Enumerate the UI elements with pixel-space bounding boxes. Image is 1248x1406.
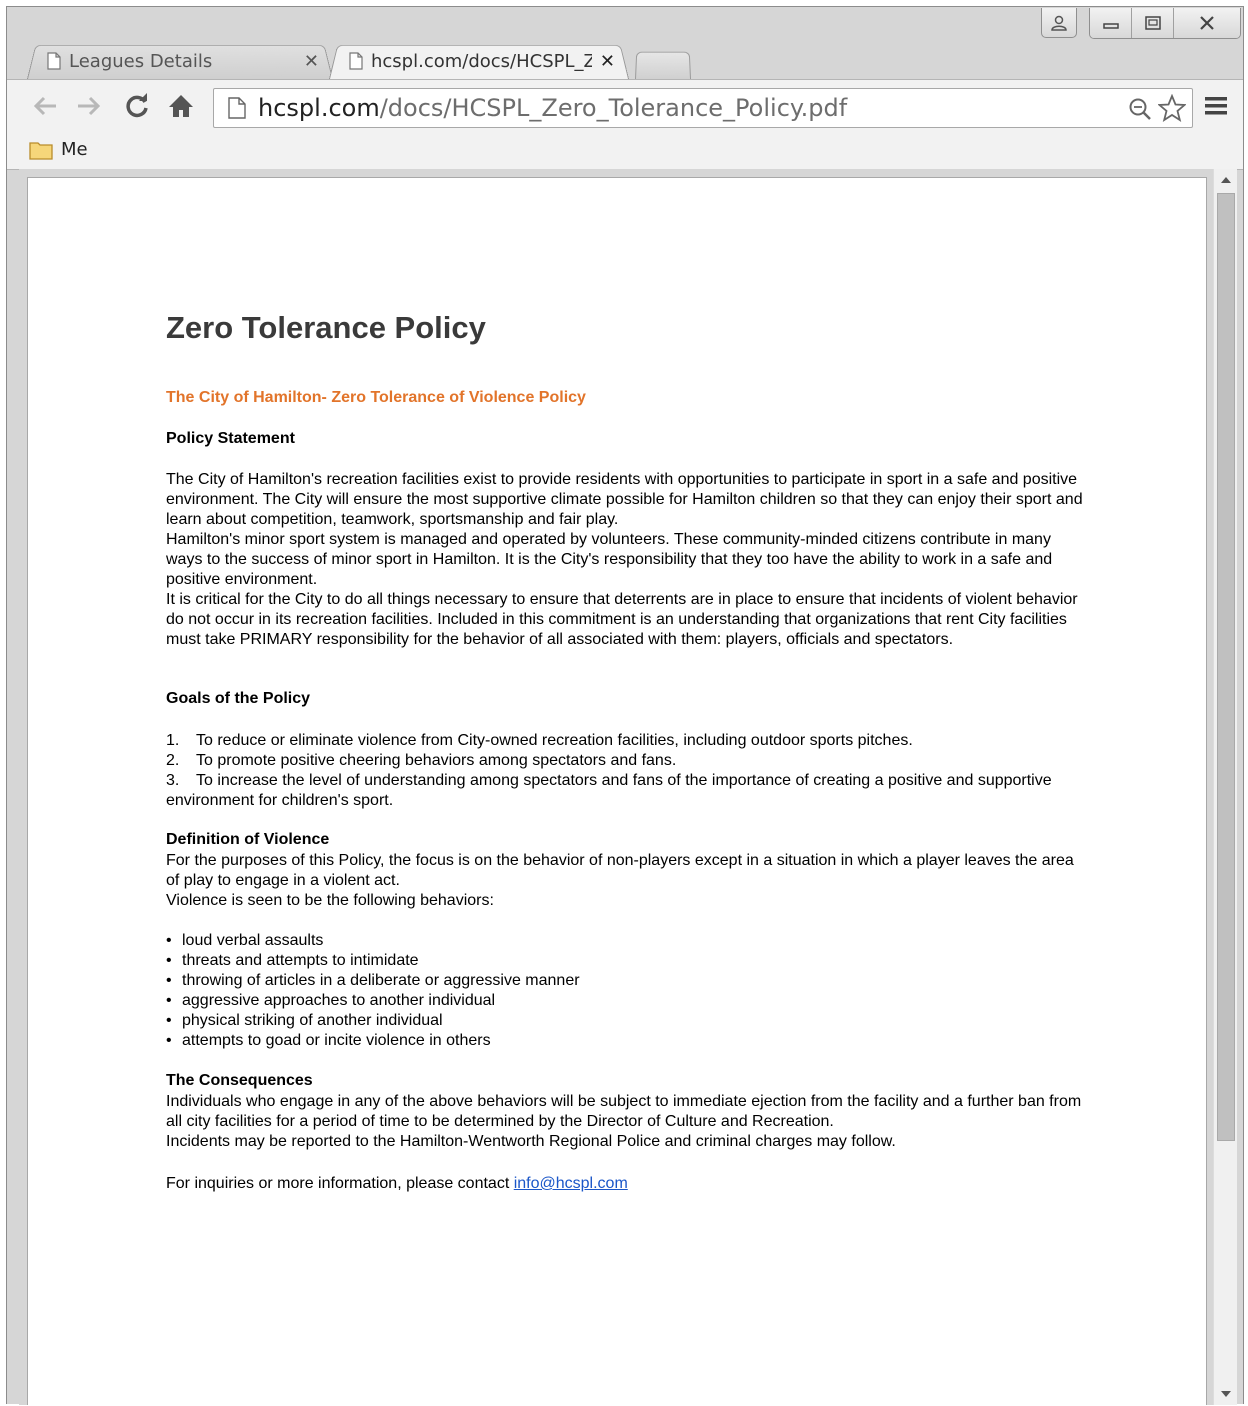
paragraph: The City of Hamilton's recreation facili…	[166, 471, 1083, 528]
close-window-button[interactable]	[1174, 8, 1240, 38]
forward-arrow-icon	[78, 96, 101, 116]
list-text: aggressive approaches to another individ…	[182, 992, 496, 1009]
scroll-up-arrow-icon	[1221, 177, 1231, 183]
bookmark-star-icon[interactable]	[1158, 94, 1186, 122]
close-icon	[1200, 16, 1214, 30]
back-button[interactable]	[29, 90, 61, 122]
list-item: • threats and attempts to intimidate	[166, 952, 419, 969]
minimize-button[interactable]	[1090, 8, 1132, 38]
pdf-page: Zero Tolerance Policy The City of Hamilt…	[27, 177, 1207, 1405]
contact-line: For inquiries or more information, pleas…	[166, 1174, 1086, 1194]
scroll-down-arrow-icon	[1221, 1391, 1231, 1397]
list-item: • physical striking of another individual	[166, 1012, 443, 1029]
list-item: • aggressive approaches to another indivi…	[166, 992, 496, 1009]
page-icon	[228, 97, 246, 119]
bookmark-folder-me[interactable]: Me	[29, 139, 88, 160]
home-button[interactable]	[165, 90, 197, 122]
list-number: 1.	[166, 732, 180, 749]
tab-close-icon[interactable]: ✕	[304, 51, 319, 72]
scrollbar-thumb[interactable]	[1217, 193, 1235, 1141]
tab-policy-pdf[interactable]: hcspl.com/docs/HCSPL_Ze ✕	[329, 41, 629, 79]
paragraph: For the purposes of this Policy, the foc…	[166, 852, 1074, 889]
list-text: threats and attempts to intimidate	[182, 952, 419, 969]
new-tab-button[interactable]	[635, 49, 691, 79]
scroll-down-button[interactable]	[1214, 1383, 1237, 1405]
list-text: physical striking of another individual	[182, 1012, 443, 1029]
url-text: hcspl.com/docs/HCSPL_Zero_Tolerance_Poli…	[258, 94, 847, 122]
window-controls	[1089, 8, 1241, 39]
reload-icon	[126, 93, 148, 118]
policy-statement-text: The City of Hamilton's recreation facili…	[166, 470, 1086, 650]
list-item: • attempts to goad or incite violence in …	[166, 1032, 491, 1049]
list-text: To reduce or eliminate violence from Cit…	[196, 732, 913, 749]
tab-title: hcspl.com/docs/HCSPL_Ze	[371, 50, 592, 72]
list-text: attempts to goad or incite violence in o…	[182, 1032, 491, 1049]
tab-leagues-details[interactable]: Leagues Details ✕	[27, 41, 333, 79]
paragraph: Incidents may be reported to the Hamilto…	[166, 1133, 896, 1150]
page-icon	[47, 52, 61, 70]
document-title: Zero Tolerance Policy	[166, 310, 486, 345]
list-item: • loud verbal assaults	[166, 932, 324, 949]
violence-behaviors-list: • loud verbal assaults • threats and attem…	[166, 931, 580, 1051]
zoom-icon[interactable]	[1128, 97, 1152, 121]
back-arrow-icon	[33, 96, 56, 116]
tab-close-icon[interactable]: ✕	[600, 51, 615, 72]
reload-button[interactable]	[121, 90, 153, 122]
section-heading-policy-statement: Policy Statement	[166, 430, 295, 447]
maximize-icon	[1144, 16, 1161, 30]
toolbar: hcspl.com/docs/HCSPL_Zero_Tolerance_Poli…	[7, 79, 1243, 132]
paragraph: Hamilton's minor sport system is managed…	[166, 531, 1053, 588]
section-heading-definition: Definition of Violence	[166, 831, 330, 848]
list-item: • throwing of articles in a deliberate or…	[166, 972, 580, 989]
contact-email-link[interactable]: info@hcspl.com	[514, 1175, 628, 1192]
hamburger-menu-icon	[1205, 97, 1227, 115]
forward-button[interactable]	[73, 90, 105, 122]
list-text: To promote positive cheering behaviors a…	[196, 752, 677, 769]
goals-list: 1. To reduce or eliminate violence from C…	[166, 731, 1086, 811]
address-bar[interactable]: hcspl.com/docs/HCSPL_Zero_Tolerance_Poli…	[213, 88, 1193, 128]
bookmarks-bar: Me	[7, 131, 1243, 170]
menu-button[interactable]	[1203, 92, 1229, 120]
document-subtitle: The City of Hamilton- Zero Tolerance of …	[166, 389, 586, 406]
scroll-up-button[interactable]	[1214, 169, 1237, 191]
section-heading-consequences: The Consequences	[166, 1072, 313, 1089]
list-text: To increase the level of understanding a…	[166, 772, 1052, 809]
definition-text: For the purposes of this Policy, the foc…	[166, 851, 1086, 911]
url-path: /docs/HCSPL_Zero_Tolerance_Policy.pdf	[379, 94, 848, 122]
list-number: 3.	[166, 772, 180, 789]
browser-window: Leagues Details ✕ hcspl.com/docs/HCSPL_Z…	[6, 6, 1244, 1405]
list-item: 3. To increase the level of understanding…	[166, 771, 1086, 811]
pdf-viewport: Zero Tolerance Policy The City of Hamilt…	[19, 169, 1237, 1405]
list-text: loud verbal assaults	[182, 932, 324, 949]
paragraph: It is critical for the City to do all th…	[166, 591, 1078, 648]
section-heading-goals: Goals of the Policy	[166, 690, 311, 707]
url-host: hcspl.com	[258, 94, 380, 122]
contact-text: For inquiries or more information, pleas…	[166, 1175, 514, 1192]
page-icon	[349, 52, 363, 70]
profile-button[interactable]	[1041, 8, 1077, 38]
maximize-button[interactable]	[1132, 8, 1174, 38]
list-item: 2. To promote positive cheering behaviors…	[166, 751, 1086, 771]
list-number: 2.	[166, 752, 180, 769]
person-icon	[1051, 15, 1067, 31]
tab-title: Leagues Details	[69, 50, 213, 72]
folder-icon	[29, 141, 53, 160]
list-text: throwing of articles in a deliberate or …	[182, 972, 580, 989]
paragraph: Violence is seen to be the following beh…	[166, 892, 494, 909]
paragraph: Individuals who engage in any of the abo…	[166, 1093, 1082, 1130]
bookmark-label: Me	[61, 139, 88, 160]
minimize-icon	[1102, 23, 1119, 29]
consequences-text: Individuals who engage in any of the abo…	[166, 1092, 1086, 1152]
vertical-scrollbar[interactable]	[1213, 169, 1237, 1405]
list-item: 1. To reduce or eliminate violence from C…	[166, 731, 1086, 751]
home-icon	[169, 95, 193, 117]
